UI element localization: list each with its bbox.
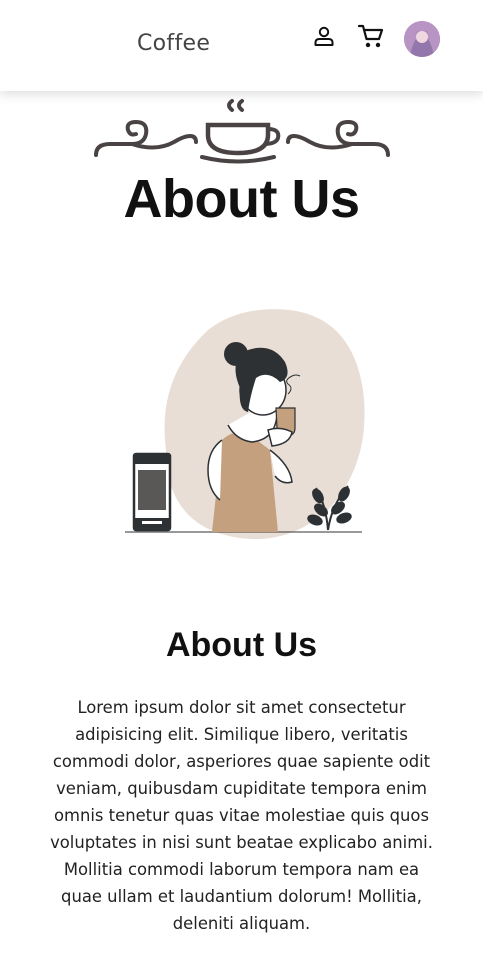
avatar[interactable]	[404, 21, 440, 57]
about-paragraph: Lorem ipsum dolor sit amet consectetur a…	[50, 698, 433, 933]
section-heading: About Us	[165, 626, 318, 664]
coffee-cup-ornament	[94, 99, 390, 164]
brand-logo[interactable]: Coffee	[137, 31, 210, 56]
woman-drinking-coffee-illustration	[125, 309, 365, 540]
top-navbar: Coffee	[0, 0, 483, 91]
cart-icon[interactable]	[357, 22, 385, 50]
user-icon[interactable]	[312, 24, 336, 48]
page-title: About Us	[123, 169, 360, 229]
